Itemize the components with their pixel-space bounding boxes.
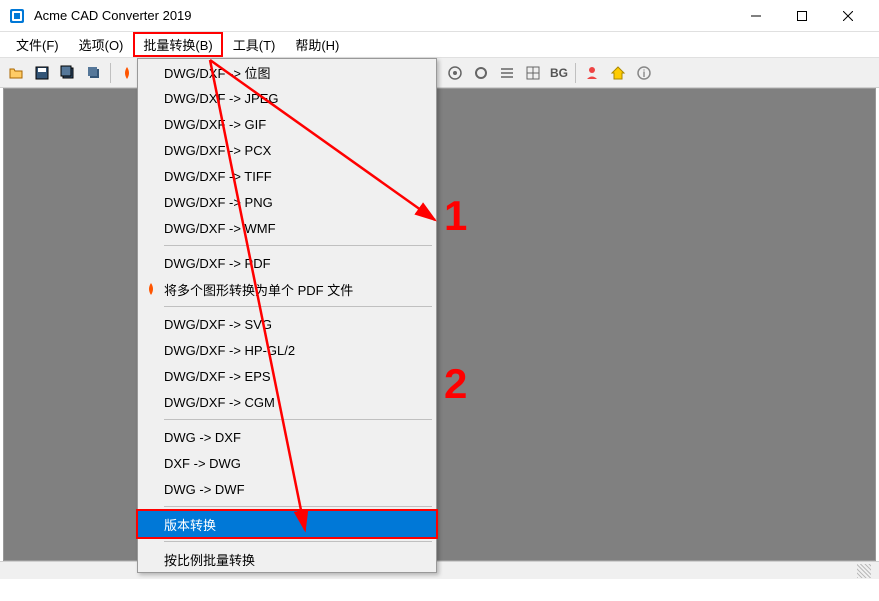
info-icon[interactable]: i xyxy=(632,61,656,85)
menu-dwg-dxf-eps[interactable]: DWG/DXF -> EPS xyxy=(138,363,436,389)
menu-dwg-to-dwf[interactable]: DWG -> DWF xyxy=(138,476,436,502)
menu-help[interactable]: 帮助(H) xyxy=(285,32,349,57)
toolbar-separator xyxy=(575,63,576,83)
stack-icon[interactable] xyxy=(495,61,519,85)
svg-text:i: i xyxy=(643,69,646,80)
workspace xyxy=(3,88,876,561)
menu-dwg-dxf-pcx[interactable]: DWG/DXF -> PCX xyxy=(138,137,436,163)
dropdown-separator xyxy=(164,541,432,542)
grid-icon[interactable] xyxy=(521,61,545,85)
menu-batch-convert[interactable]: 批量转换(B) xyxy=(133,32,222,57)
menubar: 文件(F) 选项(O) 批量转换(B) 工具(T) 帮助(H) xyxy=(0,32,879,58)
dropdown-separator xyxy=(164,245,432,246)
maximize-button[interactable] xyxy=(779,0,825,32)
statusbar xyxy=(0,561,879,579)
gear-icon[interactable] xyxy=(469,61,493,85)
menu-file[interactable]: 文件(F) xyxy=(6,32,69,57)
dropdown-separator xyxy=(164,306,432,307)
menu-dwg-dxf-pdf[interactable]: DWG/DXF -> PDF xyxy=(138,250,436,276)
menu-dwg-dxf-gif[interactable]: DWG/DXF -> GIF xyxy=(138,111,436,137)
window-title: Acme CAD Converter 2019 xyxy=(34,8,733,23)
open-icon[interactable] xyxy=(4,61,28,85)
flame-icon xyxy=(142,280,160,298)
menu-scale-batch[interactable]: 按比例批量转换 xyxy=(138,546,436,572)
flame-icon[interactable] xyxy=(115,61,139,85)
menu-options[interactable]: 选项(O) xyxy=(69,32,134,57)
menu-dxf-to-dwg[interactable]: DXF -> DWG xyxy=(138,450,436,476)
menu-dwg-to-dxf[interactable]: DWG -> DXF xyxy=(138,424,436,450)
menu-version-convert[interactable]: 版本转换 xyxy=(138,511,436,537)
home-icon[interactable] xyxy=(606,61,630,85)
menu-dwg-dxf-svg[interactable]: DWG/DXF -> SVG xyxy=(138,311,436,337)
menu-dwg-dxf-png[interactable]: DWG/DXF -> PNG xyxy=(138,189,436,215)
resize-grip-icon xyxy=(857,564,871,578)
close-button[interactable] xyxy=(825,0,871,32)
settings-icon[interactable] xyxy=(443,61,467,85)
menu-dwg-dxf-cgm[interactable]: DWG/DXF -> CGM xyxy=(138,389,436,415)
toolbar: BG i xyxy=(0,58,879,88)
menu-dwg-dxf-bitmap[interactable]: DWG/DXF -> 位图 xyxy=(138,59,436,85)
save-icon[interactable] xyxy=(30,61,54,85)
dropdown-separator xyxy=(164,506,432,507)
menu-dwg-dxf-tiff[interactable]: DWG/DXF -> TIFF xyxy=(138,163,436,189)
minimize-button[interactable] xyxy=(733,0,779,32)
batch-convert-dropdown: DWG/DXF -> 位图 DWG/DXF -> JPEG DWG/DXF ->… xyxy=(137,58,437,573)
dropdown-separator xyxy=(164,419,432,420)
save-all-icon[interactable] xyxy=(82,61,106,85)
window-controls xyxy=(733,0,871,32)
menu-dwg-dxf-jpeg[interactable]: DWG/DXF -> JPEG xyxy=(138,85,436,111)
menu-dwg-dxf-hpgl[interactable]: DWG/DXF -> HP-GL/2 xyxy=(138,337,436,363)
bg-button[interactable]: BG xyxy=(547,61,571,85)
titlebar: Acme CAD Converter 2019 xyxy=(0,0,879,32)
person-icon[interactable] xyxy=(580,61,604,85)
toolbar-separator xyxy=(110,63,111,83)
menu-dwg-dxf-wmf[interactable]: DWG/DXF -> WMF xyxy=(138,215,436,241)
menu-tools[interactable]: 工具(T) xyxy=(223,32,286,57)
menu-merge-pdf[interactable]: 将多个图形转换为单个 PDF 文件 xyxy=(138,276,436,302)
app-icon xyxy=(8,7,26,25)
menu-merge-pdf-label: 将多个图形转换为单个 PDF 文件 xyxy=(164,280,353,299)
save-multi-icon[interactable] xyxy=(56,61,80,85)
